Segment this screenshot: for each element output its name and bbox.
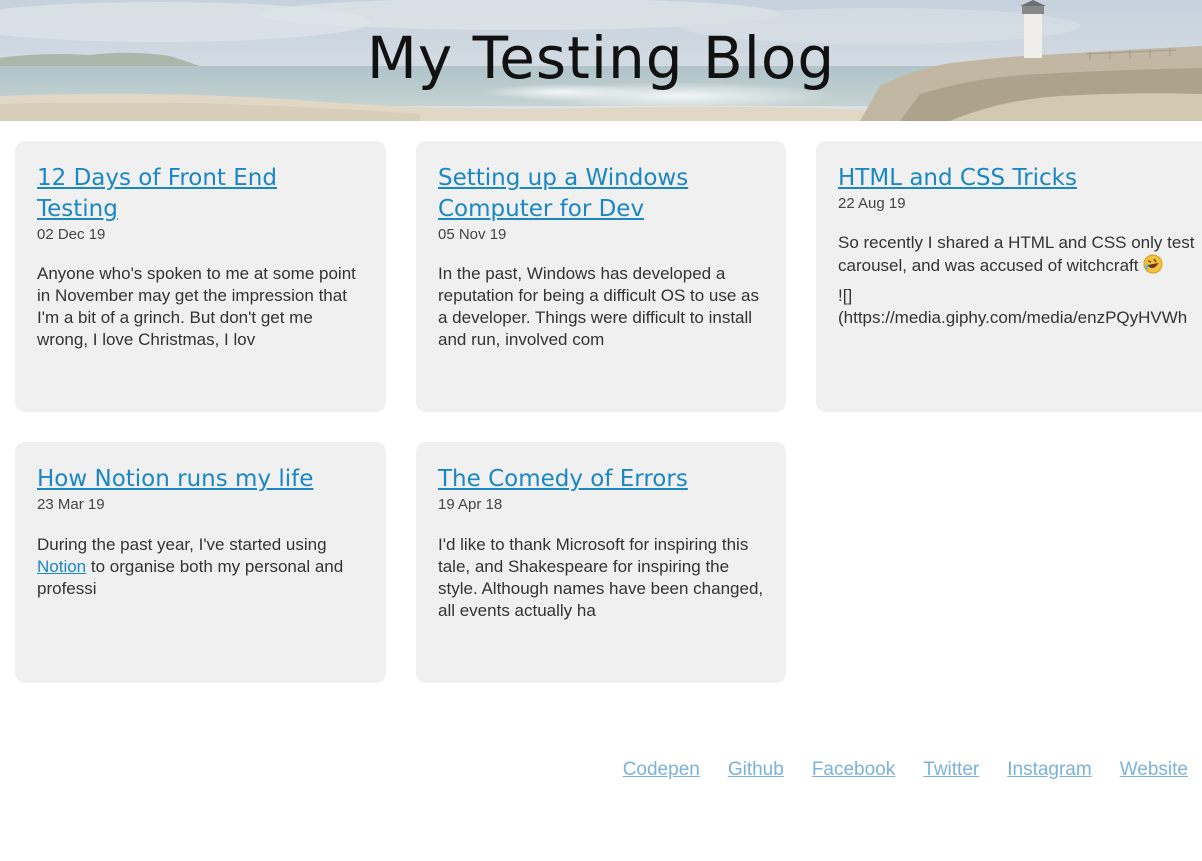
post-excerpt: Anyone who's spoken to me at some point … <box>37 264 356 349</box>
post-date: 19 Apr 18 <box>438 496 503 513</box>
markdown-image-syntax: ![] <box>838 286 853 305</box>
post-card: 12 Days of Front End Testing 02 Dec 19 A… <box>15 141 386 412</box>
post-excerpt: During the past year, I've started using… <box>37 534 364 600</box>
post-title-link[interactable]: Setting up a Windows Computer for Dev <box>438 163 738 225</box>
markdown-image-url: (https://media.giphy.com/media/enzPQyHVW… <box>838 308 1188 327</box>
post-title-link[interactable]: 12 Days of Front End Testing <box>37 163 364 225</box>
rolling-on-floor-laughing-emoji-icon <box>1143 254 1163 274</box>
post-date: 22 Aug 19 <box>838 195 906 212</box>
post-card: The Comedy of Errors 19 Apr 18 I'd like … <box>416 442 786 683</box>
site-title: My Testing Blog <box>366 24 836 92</box>
footer-social-links: Codepen Github Facebook Twitter Instagra… <box>623 757 1188 783</box>
post-card: How Notion runs my life 23 Mar 19 During… <box>15 442 386 683</box>
github-link[interactable]: Github <box>728 757 784 783</box>
post-card: Setting up a Windows Computer for Dev 05… <box>416 141 786 412</box>
twitter-link[interactable]: Twitter <box>923 757 979 783</box>
notion-link[interactable]: Notion <box>37 557 86 576</box>
post-date: 23 Mar 19 <box>37 496 105 513</box>
facebook-link[interactable]: Facebook <box>812 757 895 783</box>
post-excerpt: I'd like to thank Microsoft for inspirin… <box>438 535 764 620</box>
website-link[interactable]: Website <box>1120 757 1188 783</box>
post-title-link[interactable]: How Notion runs my life <box>37 464 364 495</box>
codepen-link[interactable]: Codepen <box>623 757 700 783</box>
post-excerpt: In the past, Windows has developed a rep… <box>438 264 759 349</box>
post-title-link[interactable]: The Comedy of Errors <box>438 464 764 495</box>
post-excerpt-text: So recently I shared a HTML and CSS only… <box>838 233 1195 275</box>
post-date: 05 Nov 19 <box>438 226 507 243</box>
post-excerpt-markdown: ![] (https://media.giphy.com/media/enzPQ… <box>838 285 1202 329</box>
hero-banner: My Testing Blog <box>0 0 1202 121</box>
post-excerpt-text: During the past year, I've started using <box>37 535 327 554</box>
post-excerpt: So recently I shared a HTML and CSS only… <box>838 232 1202 277</box>
post-title-link[interactable]: HTML and CSS Tricks <box>838 163 1202 194</box>
post-card: HTML and CSS Tricks 22 Aug 19 So recentl… <box>816 141 1202 412</box>
post-date: 02 Dec 19 <box>37 226 106 243</box>
instagram-link[interactable]: Instagram <box>1007 757 1091 783</box>
